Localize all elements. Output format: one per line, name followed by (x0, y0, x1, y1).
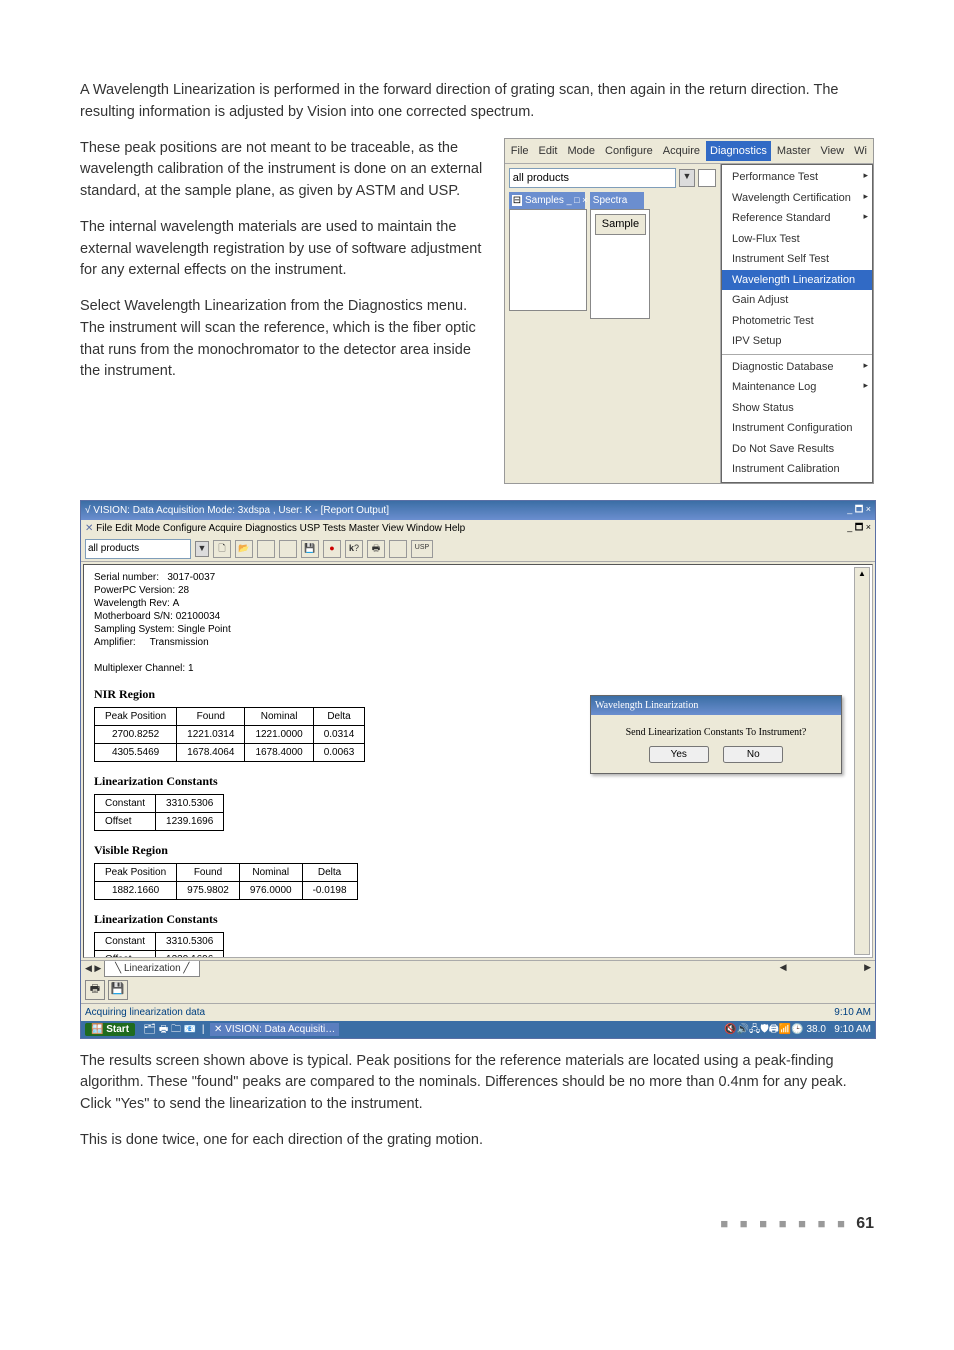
menu-item[interactable]: Master (773, 141, 815, 162)
spectra-window: Spectra (590, 192, 644, 209)
menu-item[interactable]: Show Status (722, 398, 872, 419)
menu-item[interactable]: Acquire (659, 141, 704, 162)
menu-item[interactable]: Instrument Self Test (722, 249, 872, 270)
report-output-screenshot: √ VISION: Data Acquisition Mode: 3xdspa … (80, 500, 876, 1039)
sample-button[interactable]: Sample (595, 214, 646, 235)
paragraph: A Wavelength Linearization is performed … (80, 80, 874, 124)
status-text: Acquiring linearization data (85, 1005, 205, 1020)
save-icon[interactable]: 💾 (301, 540, 319, 558)
linearization-dialog: Wavelength Linearization Send Linearizat… (590, 695, 842, 774)
menu-item[interactable]: Instrument Configuration (722, 418, 872, 439)
usp-button[interactable]: USP (411, 540, 433, 558)
window-title: √ VISION: Data Acquisition Mode: 3xdspa … (85, 503, 389, 518)
paragraph: Select Wavelength Linearization from the… (80, 296, 486, 383)
scrollbar[interactable]: ▲ (854, 567, 870, 955)
product-combo[interactable] (509, 168, 676, 188)
taskbar[interactable]: 🪟 Start 🗂 🖶 🗀 📧 | ✕ VISION: Data Acquisi… (81, 1021, 875, 1038)
save-icon[interactable]: 💾 (108, 980, 128, 1000)
paragraph: This is done twice, one for each directi… (80, 1130, 874, 1152)
yes-button[interactable]: Yes (649, 746, 709, 763)
paragraph: The results screen shown above is typica… (80, 1051, 874, 1116)
dialog-message: Send Linearization Constants To Instrume… (601, 725, 831, 740)
no-button[interactable]: No (723, 746, 783, 763)
menu-item[interactable]: Maintenance Log (722, 377, 872, 398)
dialog-title: Wavelength Linearization (591, 696, 841, 715)
menu-item[interactable]: Low-Flux Test (722, 229, 872, 250)
menu-item[interactable]: Mode (564, 141, 600, 162)
help-icon[interactable]: 𝐤? (345, 540, 363, 558)
menu-item[interactable]: File (507, 141, 533, 162)
menu-item[interactable]: Performance Test (722, 167, 872, 188)
menu-item[interactable]: Wavelength Certification (722, 188, 872, 209)
open-icon[interactable]: 📂 (235, 540, 253, 558)
lin-heading: Linearization Constants (94, 772, 862, 790)
paragraph: The internal wavelength materials are us… (80, 217, 486, 282)
menu-item[interactable]: Reference Standard (722, 208, 872, 229)
tray: 🔇🔊🖧🛡🖨📶🕒 38.0 9:10 AM (724, 1022, 871, 1037)
vis-table: Peak PositionFoundNominalDelta1882.16609… (94, 863, 358, 900)
btn-icon[interactable] (389, 540, 407, 558)
page-footer: ■ ■ ■ ■ ■ ■ ■ 61 (80, 1212, 874, 1236)
menu-item[interactable]: Instrument Calibration (722, 459, 872, 480)
menu-item[interactable]: Photometric Test (722, 311, 872, 332)
diagnostics-menu-screenshot: FileEditModeConfigureAcquireDiagnosticsM… (504, 138, 874, 484)
app-menubar[interactable]: ✕ File Edit Mode Configure Acquire Diagn… (81, 520, 875, 537)
lin2-heading: Linearization Constants (94, 910, 862, 928)
lin-table: Constant3310.5306Offset1239.1696 (94, 794, 224, 831)
menu-item[interactable]: Diagnostics (706, 141, 771, 162)
menu-item[interactable]: Wi (850, 141, 871, 162)
menu-item[interactable]: Diagnostic Database (722, 357, 872, 378)
nir-table: Peak PositionFoundNominalDelta2700.82521… (94, 707, 365, 762)
linearization-tab[interactable]: ╲ Linearization ╱ (104, 961, 200, 977)
btn-icon[interactable] (257, 540, 275, 558)
report-output: ▲ Serial number: 3017-0037 PowerPC Versi… (83, 564, 873, 958)
menu-item[interactable]: Wavelength Linearization (722, 270, 872, 291)
new-icon[interactable] (698, 169, 716, 187)
menu-item[interactable]: IPV Setup (722, 331, 872, 352)
app-toolbar[interactable]: ▼ 🗋 📂 💾 ● 𝐤? 🖶 USP (81, 537, 875, 562)
menu-item[interactable]: View (817, 141, 849, 162)
samples-window: ⊟ Samples _ □ × (509, 192, 585, 209)
record-icon[interactable]: ● (323, 540, 341, 558)
menu-item[interactable]: Gain Adjust (722, 290, 872, 311)
print-icon[interactable]: 🖶 (85, 980, 105, 1000)
dropdown-icon[interactable]: ▼ (679, 169, 695, 187)
product-combo-2[interactable] (85, 539, 191, 559)
vis-heading: Visible Region (94, 841, 862, 859)
btn-icon[interactable] (279, 540, 297, 558)
lin2-table: Constant3310.5306Offset1239.1696 (94, 932, 224, 958)
start-button[interactable]: 🪟 Start (85, 1023, 135, 1036)
menu-item[interactable]: Edit (535, 141, 562, 162)
status-time: 9:10 AM (834, 1005, 871, 1020)
menu-item[interactable]: Configure (601, 141, 657, 162)
print-icon[interactable]: 🖶 (367, 540, 385, 558)
paragraph: These peak positions are not meant to be… (80, 138, 486, 203)
diagnostics-dropdown: Performance TestWavelength Certification… (721, 164, 873, 483)
new-icon[interactable]: 🗋 (213, 540, 231, 558)
menu-item[interactable]: Do Not Save Results (722, 439, 872, 460)
window-controls[interactable]: _ 🗖 × (847, 503, 871, 518)
